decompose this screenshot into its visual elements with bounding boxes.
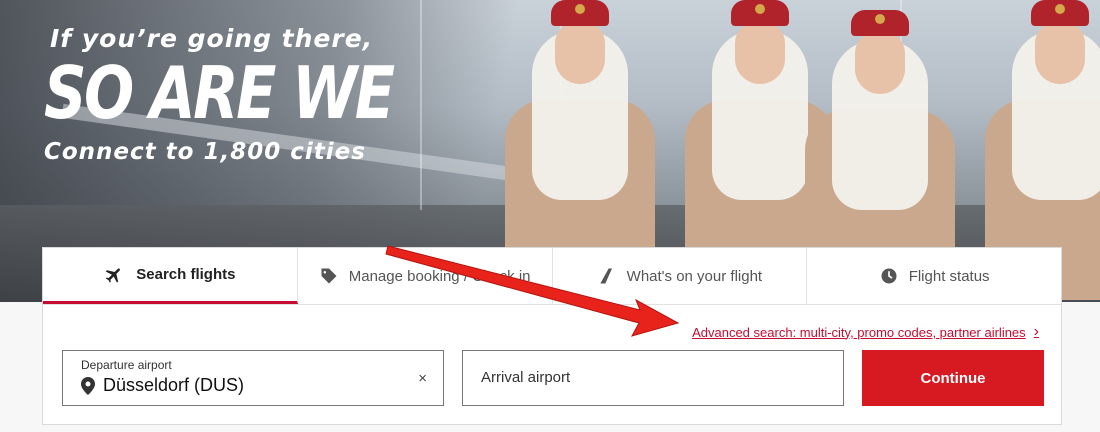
tab-flight-status[interactable]: Flight status (807, 248, 1061, 304)
clear-icon[interactable]: × (418, 370, 427, 387)
hero-subtitle: Connect to 1,800 cities (44, 139, 366, 165)
hero-headline: If you’re going there, SO ARE WE Connect… (44, 24, 469, 165)
advanced-search-link[interactable]: Advanced search: multi-city, promo codes… (692, 323, 1039, 341)
location-pin-icon (81, 377, 95, 400)
chevron-right-icon: › (1033, 323, 1039, 340)
booking-widget: Search flights Manage booking / Check in… (42, 247, 1062, 425)
seat-icon (597, 266, 617, 286)
booking-tabs: Search flights Manage booking / Check in… (43, 248, 1061, 305)
airplane-icon (104, 265, 124, 285)
advanced-search-label: Advanced search: multi-city, promo codes… (692, 324, 1026, 340)
departure-airport-field[interactable]: Departure airport Düsseldorf (DUS) × (62, 350, 444, 406)
arrival-airport-placeholder: Arrival airport (481, 369, 571, 386)
tab-search-flights[interactable]: Search flights (43, 248, 298, 304)
tab-manage-booking[interactable]: Manage booking / Check in (298, 248, 553, 304)
tab-whats-on-your-flight[interactable]: What's on your flight (553, 248, 808, 304)
arrival-airport-field[interactable]: Arrival airport (462, 350, 844, 406)
departure-airport-label: Departure airport (81, 358, 172, 372)
hero-tagline: If you’re going there, (50, 24, 374, 53)
clock-icon (879, 266, 899, 286)
tab-label: Flight status (908, 267, 990, 285)
tab-label: Search flights (136, 266, 236, 283)
tag-icon (319, 266, 339, 286)
continue-button[interactable]: Continue (862, 350, 1044, 406)
hero-title: SO ARE WE (44, 51, 395, 135)
tab-label: Manage booking / Check in (348, 267, 531, 285)
tab-label: What's on your flight (626, 267, 763, 285)
departure-airport-value: Düsseldorf (DUS) (103, 375, 245, 395)
